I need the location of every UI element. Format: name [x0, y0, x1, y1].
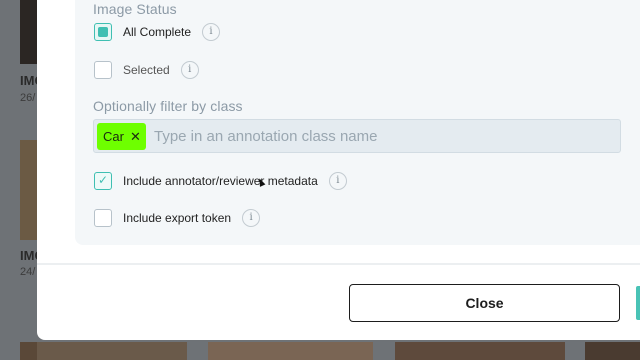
background-item-date: 26/	[20, 92, 36, 104]
remove-chip-icon[interactable]: ✕	[130, 129, 141, 145]
all-complete-radio[interactable]	[94, 23, 112, 41]
export-token-label: Include export token	[123, 211, 232, 225]
selected-label: Selected	[123, 63, 170, 77]
class-chip-car[interactable]: Car ✕	[97, 123, 146, 150]
background-thumbnail-3	[20, 342, 37, 360]
info-icon[interactable]: i	[202, 23, 221, 41]
close-button[interactable]: Close	[349, 284, 620, 322]
info-icon[interactable]: i	[328, 172, 347, 190]
info-icon[interactable]: i	[242, 209, 261, 227]
class-filter-field[interactable]: Car ✕	[93, 119, 621, 153]
status-option-selected[interactable]: Selected i	[94, 61, 199, 79]
status-option-all-complete[interactable]: All Complete i	[94, 23, 221, 41]
all-complete-label: All Complete	[123, 25, 192, 39]
class-chip-label: Car	[103, 129, 124, 144]
class-name-input[interactable]	[154, 120, 614, 152]
export-token-checkbox[interactable]	[94, 209, 112, 227]
primary-button-edge[interactable]	[636, 286, 640, 320]
background-thumbnail-2	[20, 140, 37, 240]
annotator-metadata-checkbox[interactable]: ✓	[94, 172, 112, 190]
image-status-heading: Image Status	[93, 1, 177, 17]
info-icon[interactable]: i	[180, 61, 199, 79]
option-annotator-metadata[interactable]: ✓ Include annotator/reviewer metadata i	[94, 172, 347, 190]
selected-radio[interactable]	[94, 61, 112, 79]
check-icon: ✓	[97, 173, 109, 187]
footer-divider	[37, 263, 640, 265]
background-thumbnail-5	[208, 342, 373, 360]
background-thumbnail-6	[395, 342, 565, 360]
annotator-metadata-label: Include annotator/reviewer metadata	[123, 174, 318, 188]
class-filter-heading: Optionally filter by class	[93, 98, 243, 114]
background-thumbnail-7	[585, 342, 640, 360]
background-thumbnail-1	[20, 0, 37, 64]
background-item-date: 24/	[20, 266, 36, 278]
option-export-token[interactable]: Include export token i	[94, 209, 261, 227]
background-thumbnail-4	[37, 342, 187, 360]
